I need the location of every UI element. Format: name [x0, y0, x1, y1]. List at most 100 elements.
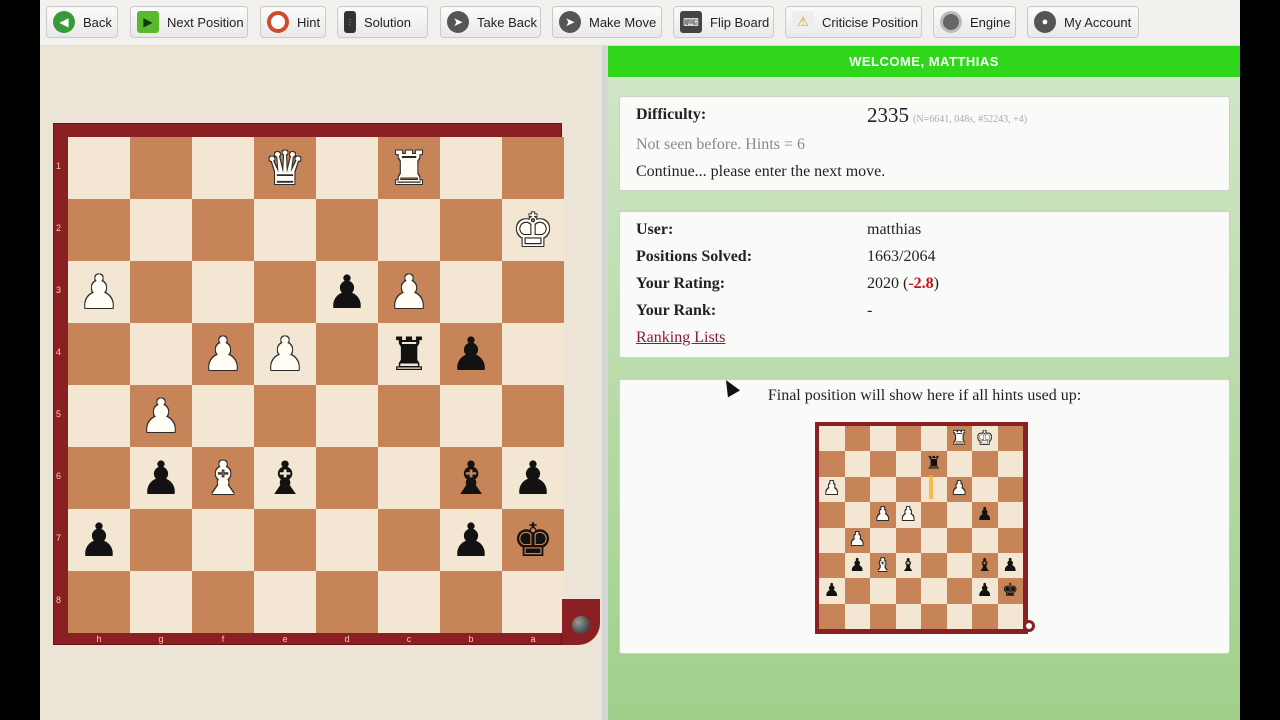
- hint-button[interactable]: Hint: [260, 6, 326, 38]
- white-queen-icon[interactable]: ♛: [264, 145, 305, 191]
- board-square[interactable]: ♟: [440, 323, 502, 385]
- back-button[interactable]: ◀ Back: [46, 6, 118, 38]
- board-square[interactable]: ♟: [130, 385, 192, 447]
- board-square[interactable]: [130, 137, 192, 199]
- board-square[interactable]: [440, 571, 502, 633]
- board-square[interactable]: [378, 199, 440, 261]
- board-square[interactable]: [316, 199, 378, 261]
- board-square[interactable]: ♟: [502, 447, 564, 509]
- board-square[interactable]: [130, 261, 192, 323]
- white-king-icon[interactable]: ♚: [512, 207, 553, 253]
- white-rook-icon[interactable]: ♜: [388, 145, 429, 191]
- board-square[interactable]: [192, 261, 254, 323]
- board-square[interactable]: [316, 447, 378, 509]
- board-square[interactable]: [68, 385, 130, 447]
- board-square[interactable]: [502, 323, 564, 385]
- mini-board-square: [844, 451, 870, 477]
- board-square[interactable]: [68, 137, 130, 199]
- board-square[interactable]: [192, 137, 254, 199]
- black-bishop-icon[interactable]: ♝: [264, 455, 305, 501]
- board-square[interactable]: ♜: [378, 137, 440, 199]
- mini-board-square: [972, 603, 998, 630]
- board-square[interactable]: [502, 571, 564, 633]
- board-square[interactable]: ♟: [316, 261, 378, 323]
- board-square[interactable]: ♟: [68, 261, 130, 323]
- board-square[interactable]: ♝: [440, 447, 502, 509]
- flip-board-button[interactable]: ⌨ Flip Board: [673, 6, 774, 38]
- board-square[interactable]: ♟: [378, 261, 440, 323]
- board-square[interactable]: [130, 323, 192, 385]
- board-square[interactable]: [130, 571, 192, 633]
- board-square[interactable]: [316, 509, 378, 571]
- board-square[interactable]: ♜: [378, 323, 440, 385]
- white-pawn-icon[interactable]: ♟: [388, 269, 429, 315]
- board-square[interactable]: [378, 385, 440, 447]
- white-pawn-icon[interactable]: ♟: [202, 331, 243, 377]
- board-square[interactable]: ♟: [68, 509, 130, 571]
- board-square[interactable]: [68, 571, 130, 633]
- board-square[interactable]: [440, 385, 502, 447]
- board-square[interactable]: [254, 509, 316, 571]
- board-square[interactable]: [316, 323, 378, 385]
- board-square[interactable]: ♝: [192, 447, 254, 509]
- board-square[interactable]: [130, 509, 192, 571]
- black-rook-icon[interactable]: ♜: [388, 331, 429, 377]
- board-square[interactable]: [316, 385, 378, 447]
- board-square[interactable]: [192, 385, 254, 447]
- mini-board-square: [870, 527, 896, 553]
- black-pawn-icon[interactable]: ♟: [326, 269, 367, 315]
- board-square[interactable]: [502, 385, 564, 447]
- white-pawn-icon[interactable]: ♟: [140, 393, 181, 439]
- black-pawn-icon[interactable]: ♟: [450, 517, 491, 563]
- board-square[interactable]: [316, 571, 378, 633]
- board-square[interactable]: [440, 199, 502, 261]
- board-square[interactable]: [440, 137, 502, 199]
- criticise-position-button[interactable]: ⚠ Criticise Position: [785, 6, 922, 38]
- board-square[interactable]: [192, 509, 254, 571]
- board-square[interactable]: ♟: [130, 447, 192, 509]
- black-pawn-icon[interactable]: ♟: [450, 331, 491, 377]
- ranking-lists-link[interactable]: Ranking Lists: [636, 329, 725, 347]
- black-king-icon[interactable]: ♚: [512, 517, 553, 563]
- board-square[interactable]: ♟: [254, 323, 316, 385]
- board-square[interactable]: [192, 199, 254, 261]
- mini-board-square: [895, 578, 921, 604]
- take-back-button[interactable]: ➤ Take Back: [440, 6, 541, 38]
- board-square[interactable]: ♚: [502, 199, 564, 261]
- board-square[interactable]: [254, 385, 316, 447]
- board-square[interactable]: [68, 323, 130, 385]
- board-square[interactable]: [68, 447, 130, 509]
- board-square[interactable]: ♟: [440, 509, 502, 571]
- white-bishop-icon[interactable]: ♝: [202, 455, 243, 501]
- chessboard[interactable]: ♛ ♜ ♚ ♟ ♟ ♟ ♟ ♟ ♜ ♟ ♟ ♟ ♝ ♝ ♝ ♟ ♟ ♟ ♚: [68, 137, 564, 633]
- board-square[interactable]: [502, 137, 564, 199]
- white-pawn-icon[interactable]: ♟: [78, 269, 119, 315]
- board-square[interactable]: [130, 199, 192, 261]
- board-square[interactable]: ♝: [254, 447, 316, 509]
- mini-board-square: [972, 476, 998, 503]
- board-square[interactable]: [316, 137, 378, 199]
- engine-button[interactable]: Engine: [933, 6, 1016, 38]
- black-pawn-icon[interactable]: ♟: [140, 455, 181, 501]
- next-position-button[interactable]: ▶ Next Position: [130, 6, 248, 38]
- white-pawn-icon[interactable]: ♟: [264, 331, 305, 377]
- board-square[interactable]: [378, 447, 440, 509]
- board-square[interactable]: [192, 571, 254, 633]
- board-square[interactable]: [440, 261, 502, 323]
- my-account-button[interactable]: ● My Account: [1027, 6, 1139, 38]
- board-square[interactable]: ♛: [254, 137, 316, 199]
- board-square[interactable]: ♚: [502, 509, 564, 571]
- board-square[interactable]: [378, 509, 440, 571]
- board-square[interactable]: [254, 571, 316, 633]
- make-move-button[interactable]: ➤ Make Move: [552, 6, 662, 38]
- board-square[interactable]: [68, 199, 130, 261]
- black-pawn-icon[interactable]: ♟: [512, 455, 553, 501]
- black-bishop-icon[interactable]: ♝: [450, 455, 491, 501]
- board-square[interactable]: [254, 199, 316, 261]
- board-square[interactable]: ♟: [192, 323, 254, 385]
- board-square[interactable]: [502, 261, 564, 323]
- black-pawn-icon[interactable]: ♟: [78, 517, 119, 563]
- board-square[interactable]: [254, 261, 316, 323]
- solution-button[interactable]: ⋮ Solution: [337, 6, 428, 38]
- board-square[interactable]: [378, 571, 440, 633]
